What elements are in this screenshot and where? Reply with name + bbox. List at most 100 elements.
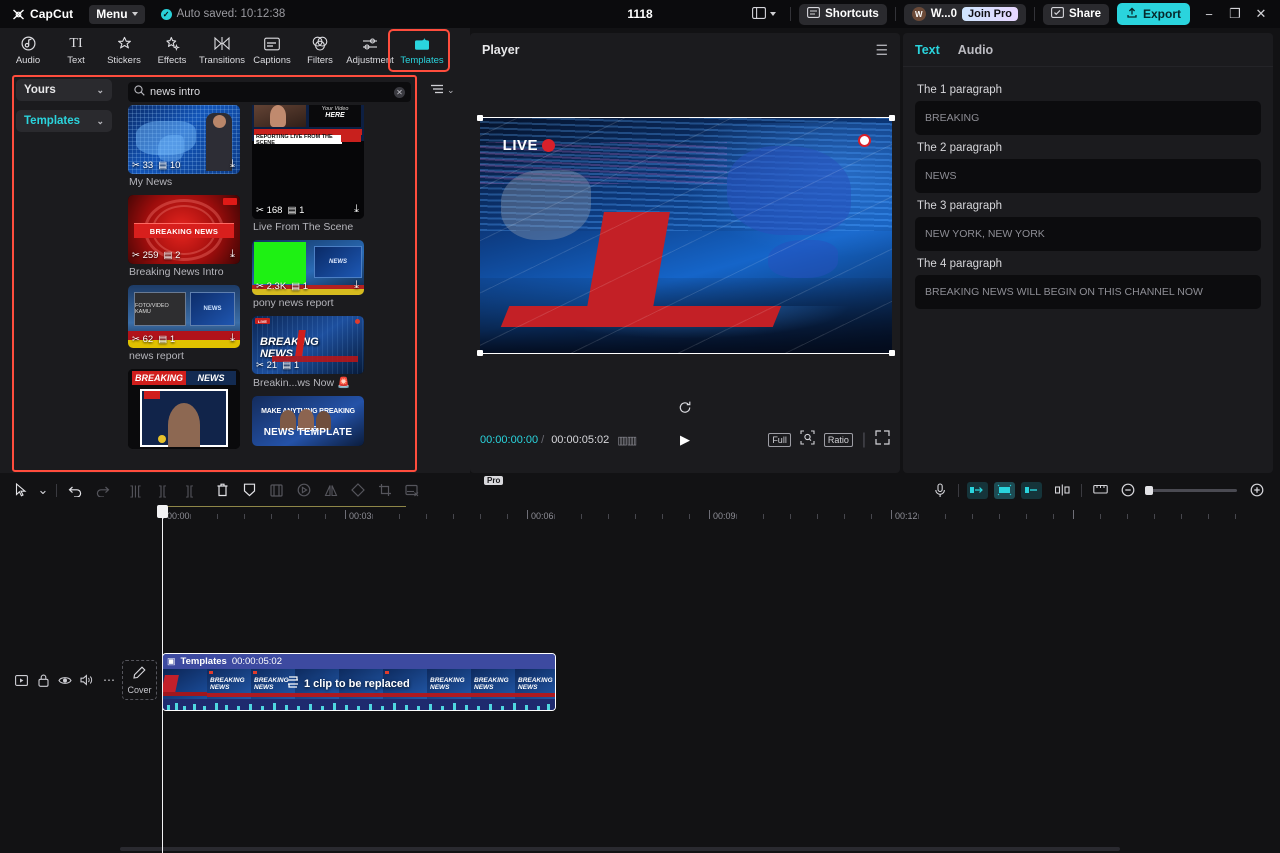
template-card[interactable]: BREAKING NEWS ✂ 259 ▤ 2 ⤓ Breaking News … xyxy=(128,195,240,278)
select-tool-icon[interactable] xyxy=(8,479,35,501)
zoom-in-icon[interactable] xyxy=(1243,479,1270,501)
timeline-clip[interactable]: ▣ Templates 00:00:05:02 BREAKING NEWS BR xyxy=(162,653,556,711)
template-thumbnail[interactable]: Your Video HERE REPORTING LIVE FROM THE … xyxy=(252,105,364,219)
frames-icon[interactable]: ▥▥ xyxy=(617,434,637,447)
zoom-slider-knob[interactable] xyxy=(1145,485,1153,495)
restore-button[interactable]: ❐ xyxy=(1222,1,1248,27)
cover-button[interactable]: Cover xyxy=(122,660,157,700)
eye-icon[interactable] xyxy=(54,669,76,691)
shortcuts-button[interactable]: Shortcuts xyxy=(799,3,887,25)
ratio-button[interactable]: Ratio xyxy=(823,433,853,447)
paragraph-1-input[interactable]: BREAKING xyxy=(915,101,1261,135)
timeline-body[interactable]: ⋯ Cover ▣ Templates 00:00:05:02 BREAKING xyxy=(0,525,1280,853)
video-preview[interactable]: LIVE xyxy=(480,118,892,353)
tab-audio[interactable]: Audio xyxy=(958,43,993,57)
magnifier-icon[interactable] xyxy=(800,430,815,450)
divider xyxy=(790,7,792,21)
zoom-slider[interactable] xyxy=(1145,485,1237,495)
tab-audio[interactable]: Audio xyxy=(4,30,52,71)
tab-label: Templates xyxy=(400,54,444,66)
hamburger-icon[interactable]: ☰ xyxy=(875,42,888,59)
template-thumbnail[interactable]: LIVE BREAKING NEWS ✂ 21 ▤ 1 xyxy=(252,316,364,374)
template-card[interactable]: MAKE ANYTHING BREAKING NEWS! NEWS TEMPLA… xyxy=(252,396,364,446)
full-button[interactable]: Full xyxy=(768,433,791,447)
template-card[interactable]: LIVE BREAKING NEWS ✂ 21 ▤ 1 Breakin...ws… xyxy=(252,316,364,389)
tab-captions[interactable]: Captions xyxy=(248,30,296,71)
transitions-icon xyxy=(214,36,230,52)
tab-text[interactable]: TI Text xyxy=(52,30,100,71)
paragraph-4-input[interactable]: BREAKING NEWS WILL BEGIN ON THIS CHANNEL… xyxy=(915,275,1261,309)
tab-transitions[interactable]: Transitions xyxy=(196,30,248,71)
resize-handle[interactable] xyxy=(477,350,483,356)
template-card[interactable]: NEWS ✂ 2.3K ▤ 1 ⤓ pony news report xyxy=(252,240,364,309)
ruler-icon[interactable] xyxy=(1087,479,1114,501)
refresh-icon[interactable] xyxy=(678,400,693,418)
tab-adjustment[interactable]: Adjustment xyxy=(344,30,396,71)
account-button[interactable]: W W...0 Join Pro xyxy=(903,3,1027,25)
layout-button[interactable] xyxy=(746,4,782,25)
paragraph-2-input[interactable]: NEWS xyxy=(915,159,1261,193)
resize-handle[interactable] xyxy=(889,115,895,121)
search-input[interactable] xyxy=(150,86,389,98)
export-button[interactable]: Export xyxy=(1116,3,1190,25)
template-card[interactable]: BREAKING NEWS xyxy=(128,369,240,449)
paragraph-3-input[interactable]: NEW YORK, NEW YORK xyxy=(915,217,1261,251)
mic-icon[interactable] xyxy=(926,479,953,501)
close-button[interactable]: ✕ xyxy=(1248,1,1274,27)
download-icon[interactable]: ⤓ xyxy=(354,279,359,292)
template-thumbnail[interactable]: FOTO/VIDEO KAMU NEWS ✂ 62 ▤ 1 ⤓ xyxy=(128,285,240,348)
join-pro-badge[interactable]: Join Pro xyxy=(962,7,1019,21)
play-button[interactable]: ▶ xyxy=(680,432,690,448)
shield-icon[interactable] xyxy=(236,479,263,501)
template-card[interactable]: FOTO/VIDEO KAMU NEWS ✂ 62 ▤ 1 ⤓ news rep… xyxy=(128,285,240,362)
menu-button[interactable]: Menu xyxy=(89,4,145,24)
template-card[interactable]: Your Video HERE REPORTING LIVE FROM THE … xyxy=(252,105,364,233)
resize-handle[interactable] xyxy=(889,350,895,356)
ellipsis-icon[interactable]: ⋯ xyxy=(98,669,120,691)
fill-left-icon[interactable] xyxy=(967,481,988,499)
horizontal-scrollbar[interactable] xyxy=(120,847,1120,851)
download-icon[interactable]: ⤓ xyxy=(354,203,359,216)
divider xyxy=(958,483,959,497)
resize-handle[interactable] xyxy=(477,115,483,121)
search-box[interactable]: ✕ xyxy=(128,82,411,102)
download-icon[interactable]: ⤓ xyxy=(230,158,235,171)
trash-icon[interactable] xyxy=(209,479,236,501)
download-icon[interactable]: ⤓ xyxy=(230,332,235,345)
template-card[interactable]: ✂ 33 ▤ 10 ⤓ My News xyxy=(128,105,240,188)
share-button[interactable]: Share xyxy=(1043,3,1109,25)
timeline-ruler[interactable]: 00:00 00:03 00:06 00:09 00:12 xyxy=(0,505,1280,525)
tab-filters[interactable]: Filters xyxy=(296,30,344,71)
template-thumbnail[interactable]: NEWS ✂ 2.3K ▤ 1 ⤓ xyxy=(252,240,364,295)
tool-dropdown-icon[interactable]: ⌄ xyxy=(35,479,51,501)
tab-stickers[interactable]: Stickers xyxy=(100,30,148,71)
template-thumbnail[interactable]: MAKE ANYTHING BREAKING NEWS! NEWS TEMPLA… xyxy=(252,396,364,446)
tab-effects[interactable]: Effects xyxy=(148,30,196,71)
template-thumbnail[interactable]: ✂ 33 ▤ 10 ⤓ xyxy=(128,105,240,174)
template-thumbnail[interactable]: BREAKING NEWS ✂ 259 ▤ 2 ⤓ xyxy=(128,195,240,264)
layers-count: ▤ 1 xyxy=(158,334,176,345)
category-templates[interactable]: Templates ⌄ xyxy=(16,110,112,132)
template-thumbnail[interactable]: BREAKING NEWS xyxy=(128,369,240,449)
category-yours[interactable]: Yours ⌄ xyxy=(16,79,112,101)
clear-icon[interactable]: ✕ xyxy=(394,86,405,98)
panel-body: The 1 paragraph BREAKING The 2 paragraph… xyxy=(903,67,1273,309)
pro-badge: Pro xyxy=(484,476,504,485)
playhead-handle[interactable] xyxy=(157,505,168,518)
download-icon[interactable]: ⤓ xyxy=(230,248,235,261)
tab-text[interactable]: Text xyxy=(915,43,940,57)
marker-icon[interactable] xyxy=(1049,479,1076,501)
undo-icon[interactable] xyxy=(62,479,89,501)
speaker-icon[interactable] xyxy=(76,669,98,691)
lock-icon[interactable] xyxy=(32,669,54,691)
playhead[interactable] xyxy=(157,505,168,853)
fullscreen-icon[interactable] xyxy=(875,430,890,450)
video-track-icon[interactable] xyxy=(10,669,32,691)
filter-button[interactable]: ⌄ xyxy=(430,83,455,98)
fill-center-icon[interactable] xyxy=(994,481,1015,499)
fill-right-icon[interactable] xyxy=(1021,481,1042,499)
tab-templates[interactable]: Templates xyxy=(396,30,448,71)
replace-clip-badge[interactable]: 1 clip to be replaced xyxy=(287,676,410,691)
minimize-button[interactable]: − xyxy=(1196,1,1222,27)
zoom-out-icon[interactable] xyxy=(1114,479,1141,501)
